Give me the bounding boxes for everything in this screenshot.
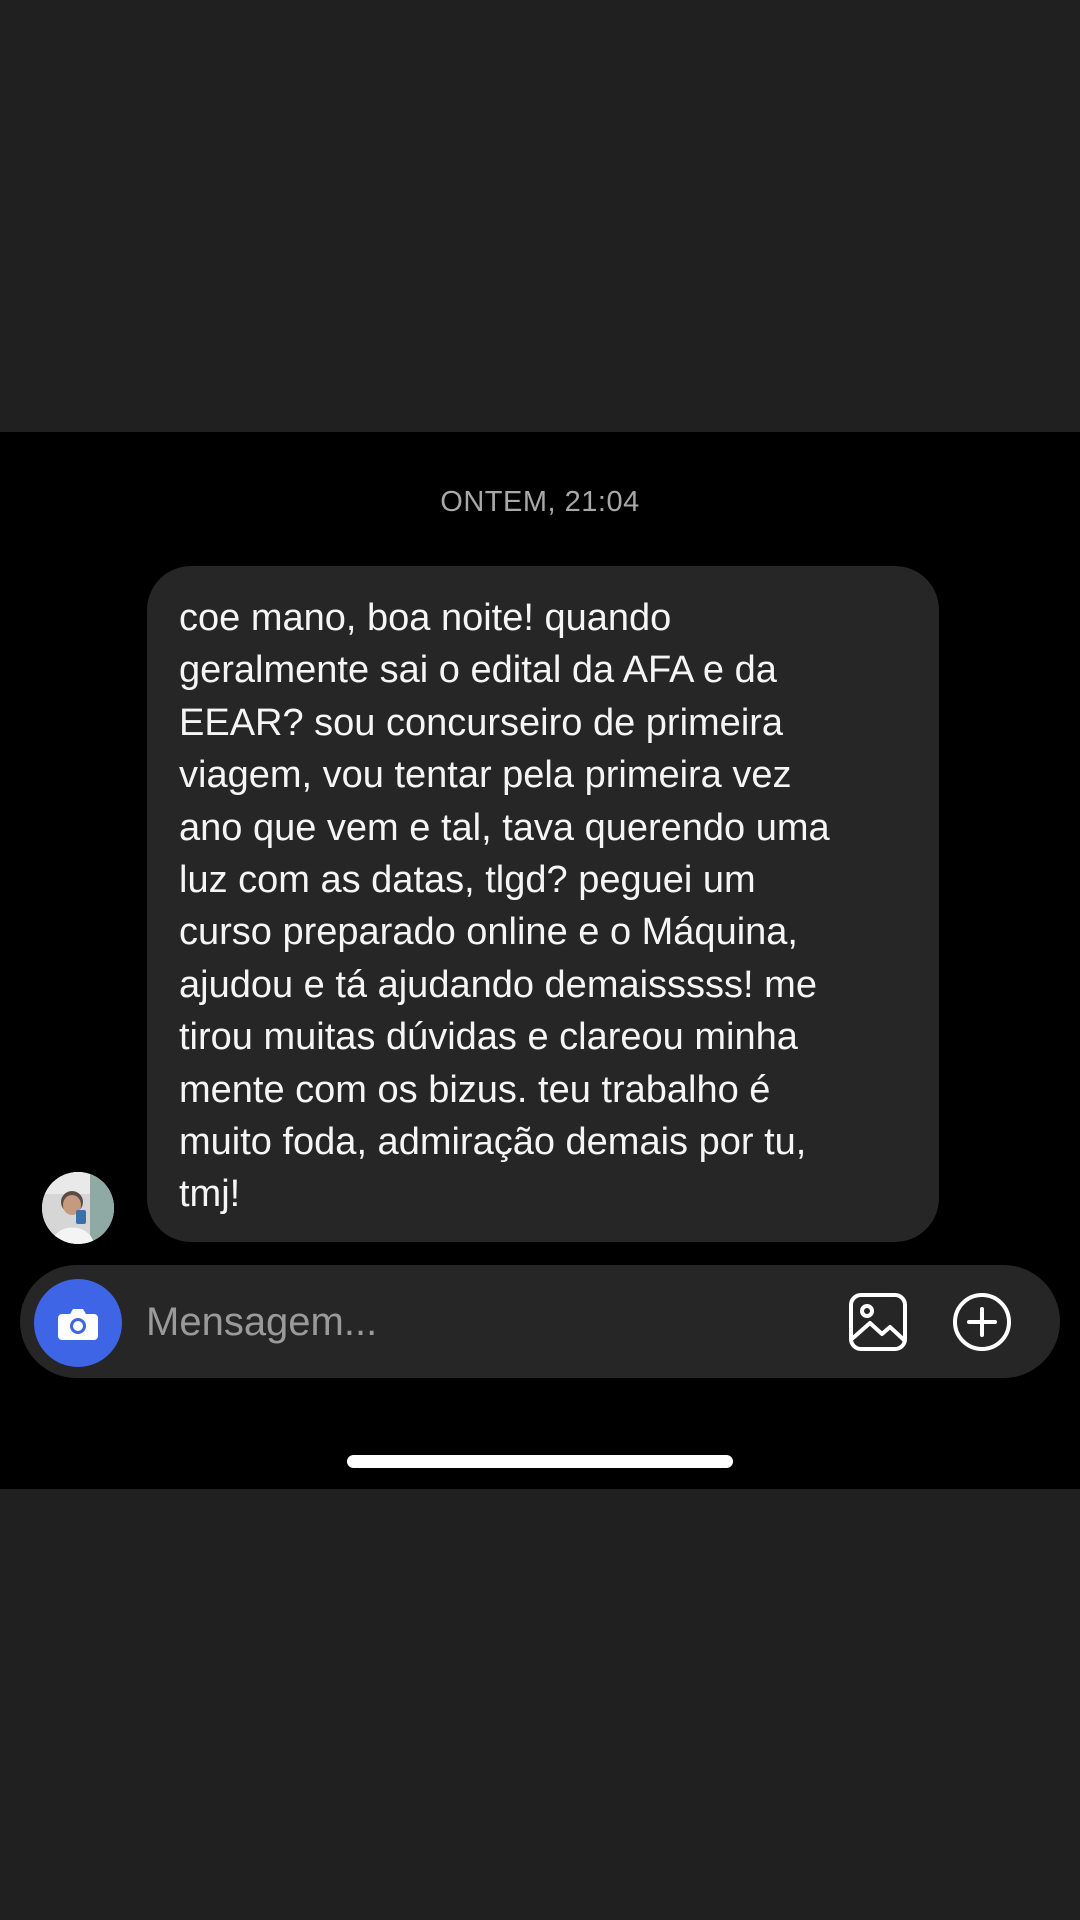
image-icon <box>849 1293 907 1351</box>
plus-circle-icon <box>953 1293 1011 1351</box>
gallery-button[interactable] <box>848 1292 908 1352</box>
avatar-photo <box>42 1172 114 1244</box>
add-content-button[interactable] <box>952 1292 1012 1352</box>
message-text: coe mano, boa noite! quando geralmente s… <box>179 597 830 1216</box>
letterbox-top <box>0 0 1080 432</box>
message-composer <box>20 1265 1060 1378</box>
camera-icon <box>58 1309 98 1340</box>
message-bubble[interactable]: coe mano, boa noite! quando geralmente s… <box>147 566 939 1242</box>
sender-avatar[interactable] <box>42 1172 114 1244</box>
camera-button[interactable] <box>34 1279 122 1367</box>
chat-screen: ONTEM, 21:04 coe mano, boa noite! quando… <box>0 432 1080 1489</box>
message-timestamp: ONTEM, 21:04 <box>440 486 640 518</box>
message-input[interactable] <box>146 1289 706 1355</box>
letterbox-bottom <box>0 1489 1080 1920</box>
home-indicator[interactable] <box>347 1455 733 1468</box>
